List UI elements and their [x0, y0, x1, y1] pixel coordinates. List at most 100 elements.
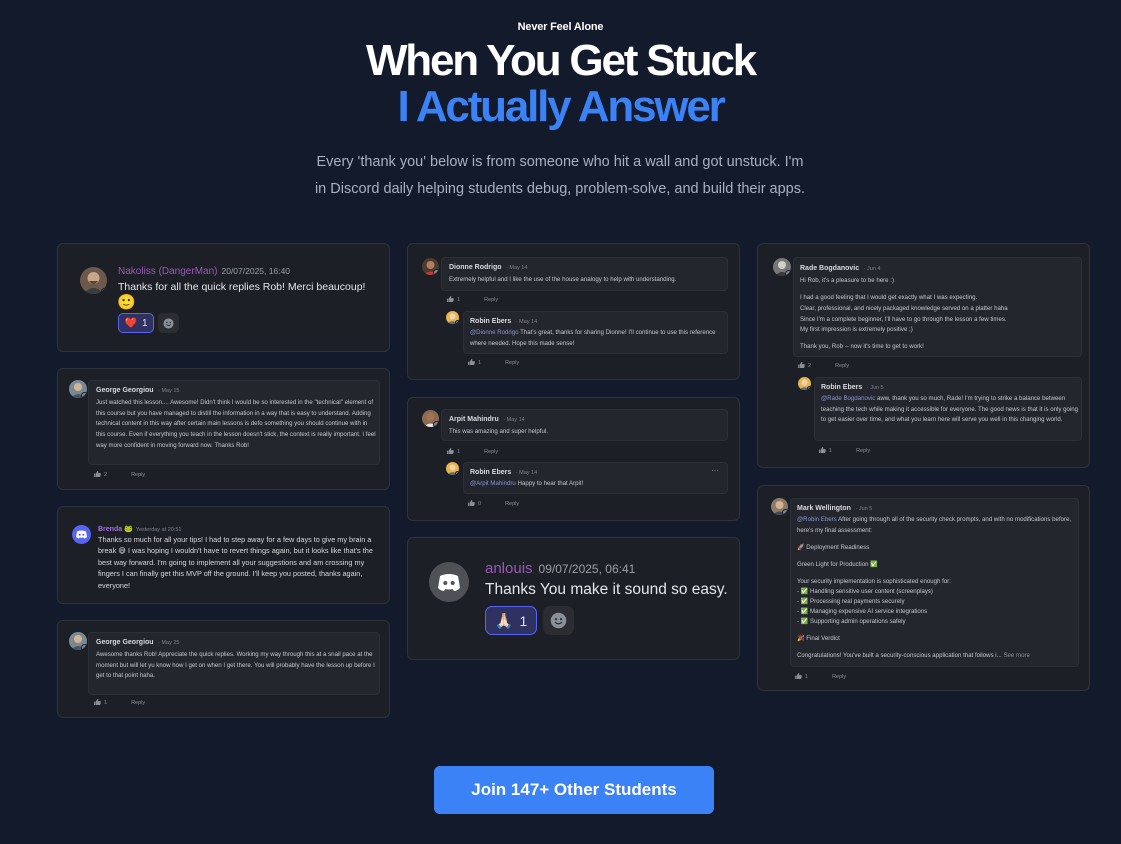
join-students-button[interactable]: Join 147+ Other Students: [434, 766, 714, 814]
testimonial-card-mark: Mark Wellington · Jun 5 @Robin Ebers Aft…: [757, 485, 1090, 691]
avatar: [422, 410, 439, 427]
reaction-count: 1: [519, 612, 528, 629]
message-header: Nakoliss (DangerMan) 20/07/2025, 16:40: [118, 266, 290, 277]
message-text: Thanks You make it sound so easy.: [485, 581, 728, 598]
reaction-pray[interactable]: 🙏🏻 1: [485, 606, 537, 635]
avatar: [80, 267, 107, 294]
like-button[interactable]: 1: [94, 699, 119, 706]
status-dot: [101, 288, 107, 294]
comment-header: George Georgiou · May 15: [96, 387, 180, 394]
reply-button[interactable]: Reply: [131, 472, 145, 478]
reply-button[interactable]: Reply: [131, 700, 145, 706]
username[interactable]: Mark Wellington: [797, 505, 851, 512]
discord-avatar: [429, 562, 469, 602]
message-text: Thanks for all the quick replies Rob! Me…: [118, 281, 366, 293]
comment-box: George Georgiou · May 15 Just watched th…: [88, 380, 380, 465]
heading-verdict: 🎉 Final Verdict: [797, 635, 840, 642]
like-count: 1: [829, 448, 833, 454]
username[interactable]: Arpit Mahindru: [449, 416, 499, 423]
add-reaction-button[interactable]: [543, 606, 574, 635]
see-more-link[interactable]: See more: [1003, 652, 1029, 659]
avatar: [773, 258, 791, 276]
mention[interactable]: @Rade Bogdanovic: [821, 395, 875, 402]
thumbs-up-icon: [798, 362, 805, 368]
mention[interactable]: @Robin Ebers: [797, 516, 837, 523]
comment-text: Awesome thanks Rob! Appreciate the quick…: [96, 651, 375, 680]
username[interactable]: anlouis: [485, 560, 533, 577]
username[interactable]: Robin Ebers: [470, 318, 511, 325]
username[interactable]: Dionne Rodrigo: [449, 264, 502, 271]
comment-text: Just watched this lesson.... Awesome! Di…: [96, 399, 376, 449]
message-text-part2: I was hoping I wouldn't have to revert t…: [98, 546, 373, 590]
comment-line: Since I'm a complete beginner, I'll have…: [800, 316, 1007, 323]
comment-actions: 1 Reply: [795, 673, 858, 680]
username[interactable]: George Georgiou: [96, 387, 154, 394]
comment-line: Clear, professional, and nicely packaged…: [800, 305, 1008, 312]
comment-actions: 1 Reply: [447, 296, 510, 303]
reply-button[interactable]: Reply: [484, 449, 498, 455]
more-options-icon[interactable]: ···: [711, 466, 719, 475]
thumbs-up-icon: [468, 359, 475, 365]
comment-box: Mark Wellington · Jun 5 @Robin Ebers Aft…: [790, 498, 1079, 667]
comment-intro: @Robin Ebers After going through all of …: [797, 515, 1075, 536]
timestamp: May 14: [519, 470, 538, 476]
status-dot: [455, 471, 459, 475]
username[interactable]: Nakoliss (DangerMan): [118, 266, 217, 277]
reply-button[interactable]: Reply: [505, 501, 519, 507]
like-count: 1: [805, 674, 809, 680]
reply-button[interactable]: Reply: [505, 360, 519, 366]
reply-button[interactable]: Reply: [484, 297, 498, 303]
add-reaction-button[interactable]: [158, 313, 179, 333]
avatar-robin: [446, 462, 459, 475]
avatar: [771, 498, 788, 515]
like-button[interactable]: 1: [447, 448, 472, 455]
username[interactable]: Rade Bogdanovic: [800, 265, 859, 272]
like-button[interactable]: 1: [468, 359, 493, 366]
testimonial-card-dionne: Dionne Rodrigo · May 14 Extremely helpfu…: [407, 243, 740, 380]
thumbs-up-icon: [94, 471, 101, 477]
message-header: anlouis 09/07/2025, 06:41: [485, 560, 635, 577]
username[interactable]: Robin Ebers: [821, 384, 862, 391]
like-count: 1: [457, 449, 461, 455]
pray-icon: 🙏🏻: [494, 612, 514, 630]
comment-header: Dionne Rodrigo · May 14: [449, 264, 528, 271]
timestamp: May 15: [161, 388, 180, 394]
like-count: 1: [104, 700, 108, 706]
avatar-robin: [798, 377, 811, 390]
like-button[interactable]: 2: [94, 471, 119, 478]
name-emoji: 🐸: [124, 526, 133, 533]
closing-text: Congratulations! You've built a security…: [797, 651, 1077, 662]
thumbs-up-icon: [819, 447, 826, 453]
like-button[interactable]: 1: [819, 447, 844, 454]
reply-button[interactable]: Reply: [856, 448, 870, 454]
username[interactable]: Robin Ebers: [470, 469, 511, 476]
like-button[interactable]: 1: [447, 296, 472, 303]
username[interactable]: Brenda: [98, 526, 122, 533]
emoji: 😅: [118, 546, 126, 556]
like-button[interactable]: 0: [468, 500, 493, 507]
reply-header: Robin Ebers · Jun 5: [821, 384, 884, 391]
comment-box: Arpit Mahindru · May 14 This was amazing…: [441, 409, 728, 441]
timestamp: May 25: [161, 640, 180, 646]
reply-text: @Dionne Rodrigo That's great, thanks for…: [470, 328, 725, 349]
reply-button[interactable]: Reply: [835, 363, 849, 369]
comment-header: Rade Bogdanovic · Jun 4: [800, 265, 881, 272]
mention[interactable]: @Dionne Rodrigo: [470, 329, 519, 336]
comment-actions: 2 Reply: [798, 362, 861, 369]
like-count: 2: [808, 363, 812, 369]
timestamp: May 14: [519, 319, 538, 325]
mention[interactable]: @Arpit Mahindru: [470, 480, 516, 487]
comment-header: Mark Wellington · Jun 5: [797, 505, 873, 512]
like-button[interactable]: 1: [795, 673, 820, 680]
reaction-heart[interactable]: ❤️ 1: [118, 313, 154, 333]
reply-button[interactable]: Reply: [832, 674, 846, 680]
bullet-item: - ✅ Processing real payments securely: [797, 598, 905, 605]
thumbs-up-icon: [94, 699, 101, 705]
reply-box: Robin Ebers · May 14 ··· @Arpit Mahindru…: [463, 462, 728, 494]
like-button[interactable]: 2: [798, 362, 823, 369]
reply-text: @Arpit Mahindru Happy to hear that Arpit…: [470, 479, 725, 490]
like-count: 1: [478, 360, 482, 366]
discord-icon: [76, 530, 87, 539]
timestamp: Jun 4: [867, 266, 881, 272]
username[interactable]: George Georgiou: [96, 639, 154, 646]
